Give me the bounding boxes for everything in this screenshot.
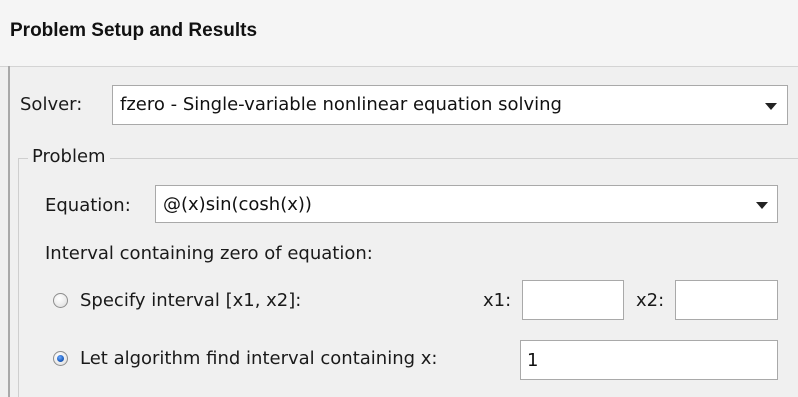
specify-interval-label[interactable]: Specify interval [x1, x2]: [80, 290, 301, 311]
chevron-down-icon [756, 202, 768, 209]
x-value: 1 [527, 350, 539, 371]
x1-input[interactable] [522, 280, 624, 320]
x2-input[interactable] [675, 280, 778, 320]
solver-dropdown[interactable]: fzero - Single-variable nonlinear equati… [112, 85, 788, 125]
auto-interval-radio[interactable] [53, 351, 68, 366]
x1-label: x1: [483, 290, 512, 311]
solver-label: Solver: [20, 94, 83, 115]
equation-value: @(x)sin(cosh(x)) [163, 194, 312, 215]
equation-dropdown[interactable]: @(x)sin(cosh(x)) [155, 185, 778, 223]
specify-interval-radio[interactable] [53, 293, 68, 308]
panel-header: Problem Setup and Results [0, 0, 798, 67]
chevron-down-icon [765, 103, 777, 110]
x-input[interactable]: 1 [520, 340, 778, 380]
solver-selected-value: fzero - Single-variable nonlinear equati… [120, 94, 562, 115]
auto-interval-label[interactable]: Let algorithm find interval containing x… [80, 348, 438, 369]
interval-heading: Interval containing zero of equation: [45, 243, 373, 264]
problem-setup-panel: Problem Setup and Results Solver: fzero … [0, 0, 798, 397]
panel-title: Problem Setup and Results [10, 20, 258, 41]
problem-group-title: Problem [28, 146, 110, 167]
panel-left-divider [8, 66, 10, 397]
x2-label: x2: [636, 290, 665, 311]
equation-label: Equation: [45, 195, 131, 216]
